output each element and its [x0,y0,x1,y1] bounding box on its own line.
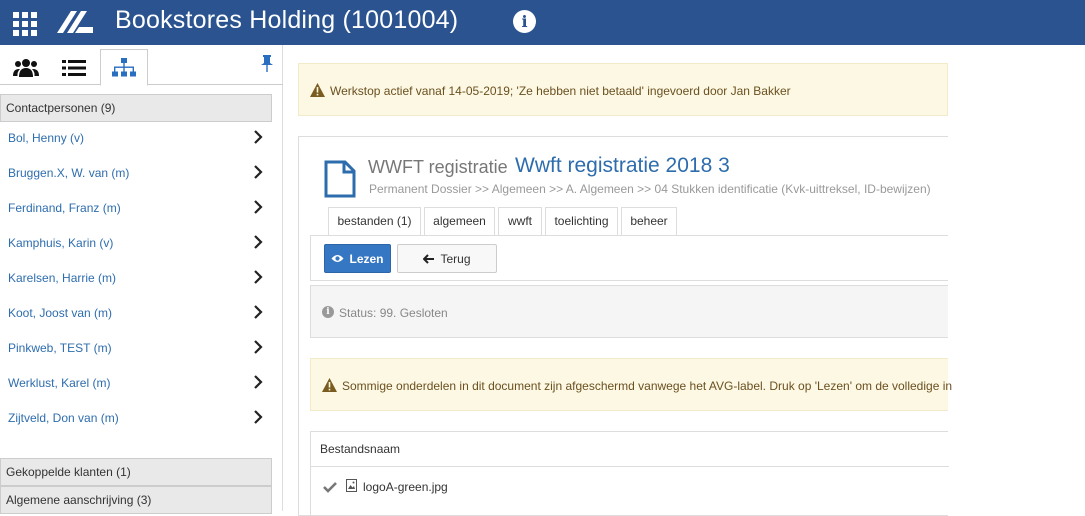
breadcrumb: Permanent Dossier >> Algemeen >> A. Alge… [369,182,931,196]
tab-contacts[interactable] [2,49,50,86]
list-icon [62,59,86,76]
table-row[interactable]: logoA-green.jpg [311,468,949,508]
chevron-right-icon [254,410,263,424]
hierarchy-icon [112,57,136,76]
tab-beheer[interactable]: beheer [621,207,677,236]
file-name: logoA-green.jpg [363,480,448,494]
document-type-label: WWFT registratie [368,157,508,177]
contact-name: Pinkweb, TEST (m) [8,341,112,355]
top-bar: Bookstores Holding (1001004) i [0,0,1085,45]
contact-name: Ferdinand, Franz (m) [8,201,121,215]
read-button[interactable]: Lezen [324,244,391,273]
document-title: Wwft registratie 2018 3 [515,154,730,177]
warning-icon [322,378,337,392]
chevron-right-icon [254,200,263,214]
read-button-label: Lezen [349,251,384,266]
warning-icon [310,83,325,97]
chevron-right-icon [254,165,263,179]
contact-item[interactable]: Werklust, Karel (m) [0,368,272,403]
general-address-header[interactable]: Algemene aanschrijving (3) [0,486,272,514]
sidebar: Contactpersonen (9) Bol, Henny (v) Brugg… [0,45,283,514]
work-stop-alert: Werkstop actief vanaf 14-05-2019; 'Ze he… [298,63,948,116]
contact-name: Koot, Joost van (m) [8,306,113,320]
tab-algemeen[interactable]: algemeen [424,207,495,236]
status-text: Status: 99. Gesloten [339,306,448,320]
contact-name: Karelsen, Harrie (m) [8,271,117,285]
contact-item[interactable]: Koot, Joost van (m) [0,298,272,333]
chevron-right-icon [254,305,263,319]
chevron-right-icon [254,375,263,389]
info-circle-icon: i [322,306,334,318]
page-title: Bookstores Holding (1001004) [115,6,459,34]
files-table: Bestandsnaam logoA-green.jpg [310,431,949,516]
contact-name: Bol, Henny (v) [8,131,85,145]
arrow-left-icon [423,253,435,264]
contact-item[interactable]: Zijtveld, Don van (m) [0,403,272,438]
brand-logo[interactable] [55,9,95,35]
chevron-right-icon [254,270,263,284]
tab-toelichting[interactable]: toelichting [545,207,618,236]
contact-item[interactable]: Karelsen, Harrie (m) [0,263,272,298]
avg-alert-text: Sommige onderdelen in dit document zijn … [342,379,953,393]
contact-name: Bruggen.X, W. van (m) [8,166,130,180]
chevron-right-icon [254,235,263,249]
grid-icon[interactable] [13,12,39,36]
back-button[interactable]: Terug [397,244,497,273]
main-content: Werkstop actief vanaf 14-05-2019; 'Ze he… [284,45,1085,516]
tab-list[interactable] [50,49,98,86]
eye-icon [331,255,344,262]
sidebar-tabs [0,45,283,86]
chevron-right-icon [254,130,263,144]
tab-wwft[interactable]: wwft [498,207,542,236]
image-file-icon [346,479,357,492]
contact-item[interactable]: Bruggen.X, W. van (m) [0,158,272,193]
document-toolbar: Lezen Terug [310,235,948,281]
tab-bestanden[interactable]: bestanden (1) [328,207,421,237]
contact-item[interactable]: Pinkweb, TEST (m) [0,333,272,368]
contact-item[interactable]: Bol, Henny (v) [0,123,272,158]
work-stop-text: Werkstop actief vanaf 14-05-2019; 'Ze he… [330,84,791,98]
status-box: i Status: 99. Gesloten [310,285,948,338]
avg-alert: Sommige onderdelen in dit document zijn … [310,358,952,411]
check-icon [323,482,337,493]
people-icon [13,58,39,77]
contact-item[interactable]: Ferdinand, Franz (m) [0,193,272,228]
files-column-header[interactable]: Bestandsnaam [311,432,949,467]
back-button-label: Terug [440,251,471,266]
contacts-header[interactable]: Contactpersonen (9) [0,94,272,122]
contact-name: Kamphuis, Karin (v) [8,236,114,250]
info-icon[interactable]: i [513,10,536,33]
tab-hierarchy[interactable] [100,49,148,86]
document-icon [324,160,356,198]
pin-icon[interactable] [260,55,274,73]
linked-clients-header[interactable]: Gekoppelde klanten (1) [0,458,272,486]
chevron-right-icon [254,340,263,354]
contact-name: Werklust, Karel (m) [8,376,111,390]
contact-name: Zijtveld, Don van (m) [8,411,119,425]
contact-item[interactable]: Kamphuis, Karin (v) [0,228,272,263]
